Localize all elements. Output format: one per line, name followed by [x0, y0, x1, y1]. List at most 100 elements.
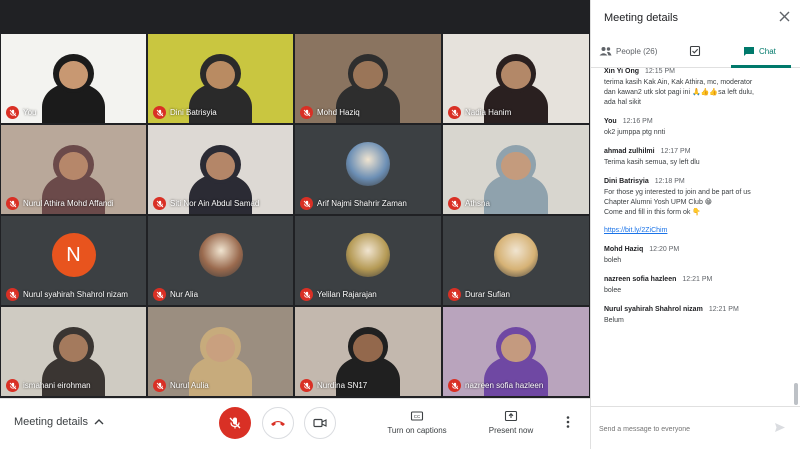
panel-title: Meeting details [604, 12, 678, 24]
participant-avatar [346, 233, 390, 278]
meeting-details-label: Meeting details [14, 416, 88, 428]
participant-tile[interactable]: Nurdina SN17 [294, 306, 442, 397]
message-sender: You [604, 118, 617, 125]
message-header: You 12:16 PM [604, 118, 783, 125]
participant-name: Nurul syahirah Shahrol nizam [23, 290, 128, 299]
present-label: Present now [488, 426, 534, 435]
participant-face-skin [501, 60, 531, 90]
message-time: 12:15 PM [645, 68, 675, 75]
tab-people[interactable]: People (26) [599, 46, 657, 56]
message-time: 12:18 PM [654, 178, 685, 185]
message-header: Mohd Haziq 12:20 PM [604, 246, 783, 253]
participant-tile[interactable]: Siti Nor Ain Abdul Samad [147, 124, 294, 215]
message-text: dan kawan2 utk slot pagi ini 🙏👍👍sa left … [604, 89, 754, 96]
participant-face-skin [59, 333, 88, 363]
mic-off-icon [300, 106, 313, 119]
participant-face-skin [353, 333, 383, 363]
message-time: 12:21 PM [708, 306, 739, 313]
mic-off-icon [6, 106, 19, 119]
participant-name: Nurdina SN17 [317, 381, 368, 390]
mic-toggle-button[interactable] [219, 407, 251, 439]
chat-compose-area [591, 406, 800, 449]
mic-off-icon [153, 106, 166, 119]
meet-window: You Dini Batrisyia Mohd Haziq Nadia Hanim Nu… [0, 0, 800, 449]
participant-tile[interactable]: Arif Najmi Shahrir Zaman [294, 124, 442, 215]
participant-tile[interactable]: nazreen sofia hazleen [442, 306, 590, 397]
participant-tile[interactable]: Nur Alia [147, 215, 294, 306]
mic-off-icon [153, 379, 166, 392]
participant-name: ismahani eirohman [23, 381, 91, 390]
participant-tile[interactable]: Nurul Athira Mohd Affandi [0, 124, 147, 215]
captions-button[interactable]: CC Turn on captions [385, 409, 449, 435]
chat-message: Mohd Haziq 12:20 PM boleh [604, 246, 783, 266]
message-sender: Xin Yi Ong [604, 68, 640, 75]
participant-name: Nurul Aulia [170, 381, 209, 390]
message-text: Chapter Alumni Yosh UPM Club 😁 [604, 199, 713, 206]
close-panel-button[interactable] [779, 10, 790, 25]
participant-tile[interactable]: N Nurul syahirah Shahrol nizam [0, 215, 147, 306]
tab-chat[interactable]: Chat [743, 46, 776, 57]
chevron-up-icon [94, 419, 104, 425]
participant-face-skin [59, 151, 88, 181]
chat-scrollbar[interactable] [794, 383, 798, 405]
message-text: For those yg interested to join and be p… [604, 189, 751, 196]
message-header: nazreen sofia hazleen 12:21 PM [604, 276, 783, 283]
participant-face-skin [353, 60, 383, 90]
more-options-button[interactable] [566, 415, 570, 432]
message-text: Belum [604, 317, 624, 324]
mic-off-icon [229, 417, 241, 429]
participant-name: Siti Nor Ain Abdul Samad [170, 199, 260, 208]
meeting-details-button[interactable]: Meeting details [14, 416, 104, 428]
leave-call-button[interactable] [262, 407, 294, 439]
present-now-button[interactable]: Present now [483, 409, 539, 435]
message-text: ok2 jumppa ptg nnti [604, 129, 666, 136]
participant-name: Yelilan Rajarajan [317, 290, 377, 299]
closed-captions-icon: CC [410, 411, 424, 421]
camera-toggle-button[interactable] [304, 407, 336, 439]
tab-people-label: People (26) [616, 46, 658, 56]
message-text: ada hal sikit [604, 99, 641, 106]
participant-tile[interactable]: Nadia Hanim [442, 33, 590, 124]
chat-message: You 12:16 PM ok2 jumppa ptg nnti [604, 118, 783, 138]
participant-tile[interactable]: Athsna [442, 124, 590, 215]
message-sender: ahmad zulhilmi [604, 148, 655, 155]
bottom-control-bar: Meeting details CC Turn on captions Pres… [0, 398, 590, 449]
send-icon[interactable] [774, 422, 786, 433]
mic-off-icon [448, 379, 461, 392]
participant-tile[interactable]: Dini Batrisyia [147, 33, 294, 124]
mic-off-icon [153, 288, 166, 301]
participant-avatar [494, 233, 538, 278]
mic-off-icon [300, 379, 313, 392]
close-icon [779, 11, 790, 22]
checkbox-icon [689, 45, 701, 57]
message-sender: Nurul syahirah Shahrol nizam [604, 306, 703, 313]
video-stage: You Dini Batrisyia Mohd Haziq Nadia Hanim Nu… [0, 0, 590, 398]
mic-off-icon [300, 288, 313, 301]
video-camera-icon [313, 418, 327, 428]
participant-avatar [198, 233, 243, 278]
chat-message-input[interactable] [599, 421, 769, 437]
chat-message-list[interactable]: Xin Yi Ong 12:15 PM terima kasih Kak Ain, … [591, 68, 793, 406]
participant-face-skin [501, 333, 531, 363]
chat-message: Xin Yi Ong 12:15 PM terima kasih Kak Ain, … [604, 68, 783, 108]
message-time: 12:20 PM [649, 246, 680, 253]
chat-message: nazreen sofia hazleen 12:21 PM bolee [604, 276, 783, 296]
message-text: boleh [604, 257, 622, 264]
participant-tile[interactable]: Yelilan Rajarajan [294, 215, 442, 306]
message-link[interactable]: https://bit.ly/2ZiChim [604, 226, 783, 236]
mic-off-icon [153, 197, 166, 210]
participant-tile[interactable]: Mohd Haziq [294, 33, 442, 124]
participant-face-skin [206, 151, 235, 181]
participant-name: You [23, 108, 37, 117]
participant-face-skin [206, 333, 235, 363]
chat-message: ahmad zulhilmi 12:17 PM Terima kasih semua… [604, 148, 783, 168]
message-text: Come and fill in this form ok 👇 [604, 209, 702, 216]
mic-off-icon [448, 197, 461, 210]
participant-tile[interactable]: ismahani eirohman [0, 306, 147, 397]
participant-tile[interactable]: Durar Sufian [442, 215, 590, 306]
participant-tile[interactable]: You [0, 33, 147, 124]
participant-face-skin [206, 60, 235, 90]
participant-name: Athsna [465, 199, 490, 208]
tab-activities[interactable] [689, 45, 701, 57]
participant-tile[interactable]: Nurul Aulia [147, 306, 294, 397]
